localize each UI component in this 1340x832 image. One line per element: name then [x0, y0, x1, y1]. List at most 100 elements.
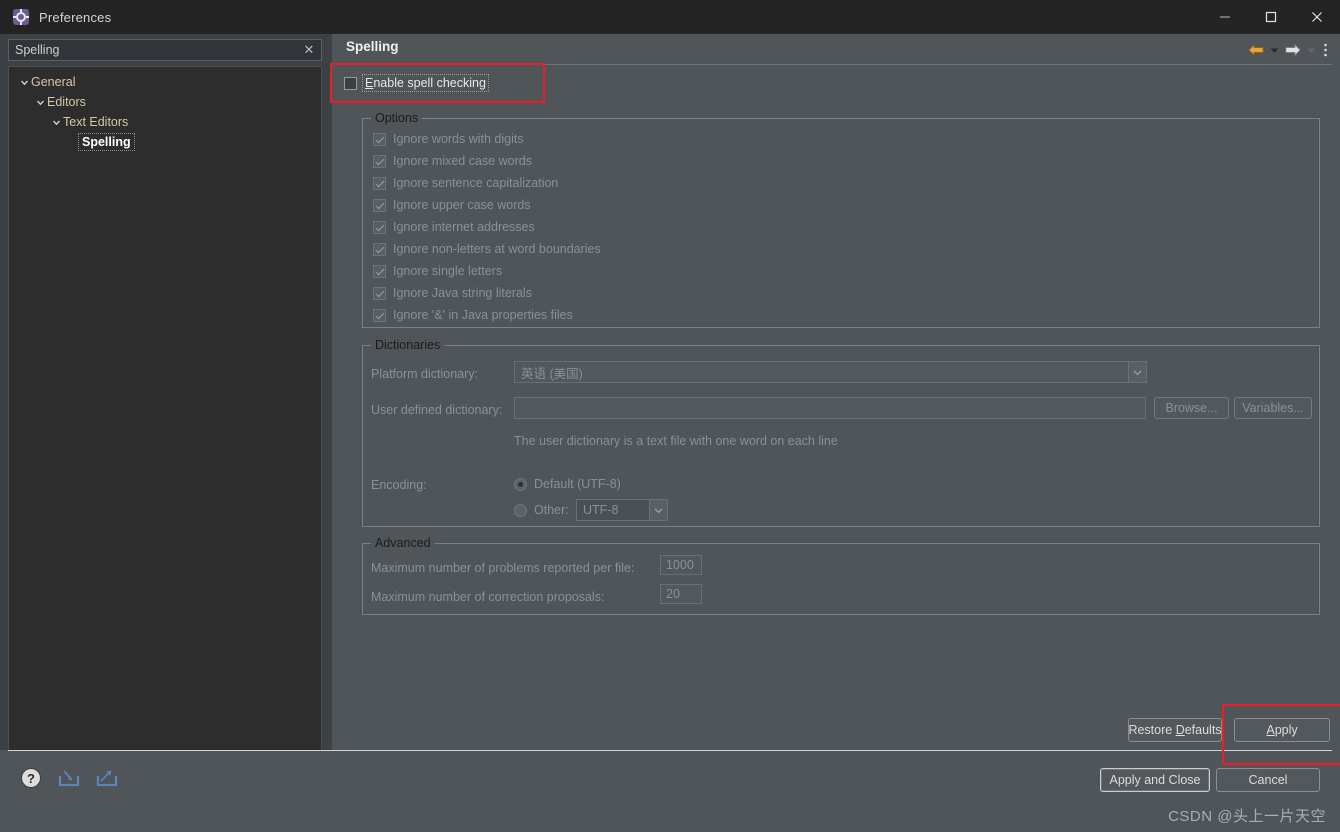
tree-item-editors[interactable]: Editors [9, 92, 321, 112]
enable-spell-checking-label: Enable spell checking [362, 74, 489, 92]
option-ignore-java-string-literals[interactable]: Ignore Java string literals [373, 286, 532, 300]
chevron-down-icon[interactable] [1128, 362, 1146, 382]
window-title: Preferences [39, 9, 112, 25]
encoding-default-label: Default (UTF-8) [534, 477, 621, 491]
apply-button[interactable]: Apply [1234, 718, 1330, 742]
option-ignore-upper-case-words[interactable]: Ignore upper case words [373, 198, 531, 212]
option-ignore-words-with-digits[interactable]: Ignore words with digits [373, 132, 524, 146]
cancel-button[interactable]: Cancel [1216, 768, 1320, 792]
apply-and-close-button[interactable]: Apply and Close [1100, 768, 1210, 792]
title-bar: Preferences [0, 0, 1340, 34]
tree-item-text-editors[interactable]: Text Editors [9, 112, 321, 132]
back-arrow-icon[interactable] [1245, 40, 1267, 60]
help-icon[interactable]: ? [18, 765, 44, 791]
option-label: Ignore sentence capitalization [393, 176, 559, 190]
back-menu-chevron-down-icon[interactable] [1268, 40, 1281, 60]
option-ignore-mixed-case-words[interactable]: Ignore mixed case words [373, 154, 532, 168]
option-checkbox[interactable] [373, 242, 386, 256]
chevron-down-icon[interactable] [649, 500, 667, 520]
encoding-other-value: UTF-8 [583, 503, 619, 517]
option-label: Ignore internet addresses [393, 220, 535, 234]
option-label: Ignore mixed case words [393, 154, 532, 168]
sidebar: ✕ General Editors Text Editors [0, 34, 332, 780]
encoding-other-label: Other: [534, 503, 569, 517]
max-problems-input[interactable]: 1000 [660, 555, 702, 575]
encoding-other-radio[interactable] [514, 503, 527, 517]
minimize-icon[interactable] [1202, 0, 1248, 34]
enable-spell-checking-checkbox[interactable] [344, 76, 357, 90]
page-header: Spelling [332, 34, 1340, 65]
maximize-icon[interactable] [1248, 0, 1294, 34]
variables-button[interactable]: Variables... [1234, 397, 1312, 419]
option-ignore-single-letters[interactable]: Ignore single letters [373, 264, 502, 278]
option-checkbox[interactable] [373, 176, 386, 190]
svg-text:?: ? [27, 771, 35, 786]
options-group: Options Ignore words with digits Ignore … [362, 111, 1320, 328]
option-ignore-internet-addresses[interactable]: Ignore internet addresses [373, 220, 535, 234]
tree-item-label: General [31, 75, 76, 89]
tree-item-spelling[interactable]: Spelling [9, 132, 321, 152]
encoding-other-combo[interactable]: UTF-8 [576, 499, 668, 521]
platform-dictionary-label: Platform dictionary: [371, 367, 478, 381]
chevron-down-icon[interactable] [49, 118, 63, 127]
search-box[interactable]: ✕ [8, 39, 322, 61]
platform-dictionary-value: 英语 (美国) [521, 366, 583, 381]
enable-spell-checking-row[interactable]: Enable spell checking [344, 74, 489, 92]
tree-item-label: Spelling [78, 133, 135, 151]
max-problems-value: 1000 [666, 558, 694, 572]
preferences-window: Preferences ✕ General [0, 0, 1340, 832]
tree-item-label: Editors [47, 95, 86, 109]
tree-item-general[interactable]: General [9, 72, 321, 92]
close-icon[interactable] [1294, 0, 1340, 34]
option-checkbox[interactable] [373, 132, 386, 146]
option-checkbox[interactable] [373, 286, 386, 300]
preferences-tree[interactable]: General Editors Text Editors Spelling [8, 66, 322, 780]
footer-icons: ? [18, 765, 120, 791]
header-divider [340, 64, 1332, 65]
import-icon[interactable] [56, 765, 82, 791]
platform-dictionary-combo[interactable]: 英语 (美国) [514, 361, 1147, 383]
user-dictionary-label: User defined dictionary: [371, 403, 503, 417]
advanced-group: Advanced Maximum number of problems repo… [362, 536, 1320, 615]
encoding-default-row[interactable]: Default (UTF-8) [514, 477, 621, 491]
max-proposals-input[interactable]: 20 [660, 584, 702, 604]
option-checkbox[interactable] [373, 308, 386, 322]
footer: ? Apply and Close Cancel CSDN @头上一片天空 [0, 751, 1340, 832]
option-checkbox[interactable] [373, 154, 386, 168]
encoding-other-row[interactable]: Other: [514, 503, 569, 517]
user-dictionary-hint: The user dictionary is a text file with … [514, 434, 838, 448]
watermark: CSDN @头上一片天空 [1168, 808, 1326, 825]
chevron-down-icon[interactable] [17, 78, 31, 87]
window-controls [1202, 0, 1340, 34]
tree-item-label: Text Editors [63, 115, 129, 129]
advanced-group-title: Advanced [371, 536, 435, 550]
max-problems-label: Maximum number of problems reported per … [371, 561, 635, 575]
restore-defaults-button[interactable]: Restore Defaults [1128, 718, 1222, 742]
page-toolbar [1245, 40, 1332, 60]
clear-icon[interactable]: ✕ [299, 40, 319, 60]
vertical-dots-icon[interactable] [1319, 40, 1332, 60]
max-proposals-value: 20 [666, 587, 680, 601]
encoding-default-radio[interactable] [514, 477, 527, 491]
option-checkbox[interactable] [373, 220, 386, 234]
dictionaries-group-title: Dictionaries [371, 338, 445, 352]
encoding-label: Encoding: [371, 478, 427, 492]
option-label: Ignore single letters [393, 264, 503, 278]
option-ignore-sentence-capitalization[interactable]: Ignore sentence capitalization [373, 176, 558, 190]
forward-arrow-icon[interactable] [1282, 40, 1304, 60]
export-icon[interactable] [94, 765, 120, 791]
chevron-down-icon[interactable] [33, 98, 47, 107]
browse-button[interactable]: Browse... [1154, 397, 1229, 419]
option-ignore-ampersand-in-java-properties-files[interactable]: Ignore '&' in Java properties files [373, 308, 573, 322]
forward-menu-chevron-down-icon[interactable] [1305, 40, 1318, 60]
search-input[interactable] [9, 40, 299, 60]
dictionaries-group: Dictionaries Platform dictionary: 英语 (美国… [362, 338, 1320, 527]
option-checkbox[interactable] [373, 264, 386, 278]
option-ignore-non-letters-at-word-boundaries[interactable]: Ignore non-letters at word boundaries [373, 242, 601, 256]
option-label: Ignore words with digits [393, 132, 524, 146]
options-group-title: Options [371, 111, 423, 125]
user-dictionary-input[interactable] [514, 397, 1146, 419]
option-checkbox[interactable] [373, 198, 386, 212]
max-proposals-label: Maximum number of correction proposals: [371, 590, 605, 604]
gear-icon [13, 9, 29, 25]
